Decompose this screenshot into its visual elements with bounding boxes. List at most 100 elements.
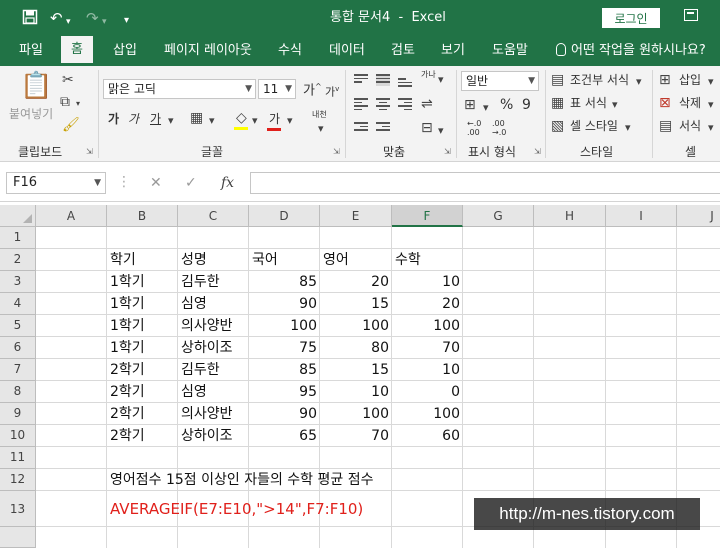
fill-color-dropdown-icon[interactable]: ▾ (252, 113, 258, 129)
cell-c10[interactable]: 상하이조 (178, 425, 249, 447)
row-header-12[interactable]: 12 (0, 469, 36, 491)
cell-f10[interactable]: 60 (392, 425, 463, 447)
cell-b10[interactable]: 2학기 (107, 425, 178, 447)
cell-f8[interactable]: 0 (392, 381, 463, 403)
row-header-6[interactable]: 6 (0, 337, 36, 359)
row-header-9[interactable]: 9 (0, 403, 36, 425)
cell-f2[interactable]: 수학 (392, 249, 463, 271)
column-header-e[interactable]: E (320, 205, 392, 227)
orientation-dropdown-icon[interactable]: ▾ (438, 72, 444, 88)
cell-c2[interactable]: 성명 (178, 249, 249, 271)
tab-home[interactable]: 홈 (61, 36, 93, 66)
align-left-icon[interactable] (354, 98, 368, 110)
column-header-d[interactable]: D (249, 205, 320, 227)
number-launcher-icon[interactable]: ⇲ (534, 147, 541, 156)
tab-insert[interactable]: 삽입 (113, 36, 137, 66)
cell-b2[interactable]: 학기 (107, 249, 178, 271)
insert-cells-button[interactable]: 삽입 (679, 72, 701, 88)
cell-d6[interactable]: 75 (249, 337, 320, 359)
insert-function-icon[interactable]: fx (221, 175, 234, 191)
percent-button[interactable]: % (500, 97, 513, 113)
cell-f6[interactable]: 70 (392, 337, 463, 359)
redo-dropdown-icon[interactable]: ▾ (102, 13, 107, 31)
row-header-5[interactable]: 5 (0, 315, 36, 337)
cell-e2[interactable]: 영어 (320, 249, 392, 271)
underline-button[interactable]: 가 (150, 111, 161, 127)
phonetic-dropdown-icon[interactable]: ▾ (318, 121, 324, 137)
tab-file[interactable]: 파일 (19, 36, 43, 66)
decrease-decimal-icon[interactable]: .00 →.0 (492, 119, 506, 137)
underline-dropdown-icon[interactable]: ▾ (168, 113, 174, 129)
cell-styles-icon[interactable]: ▧ (551, 118, 564, 134)
cell-d10[interactable]: 65 (249, 425, 320, 447)
cell-f7[interactable]: 10 (392, 359, 463, 381)
row-header-3[interactable]: 3 (0, 271, 36, 293)
column-header-c[interactable]: C (178, 205, 249, 227)
cancel-icon[interactable]: ✕ (150, 175, 162, 191)
conditional-formatting-button[interactable]: 조건부 서식 (570, 72, 629, 88)
cell-b3[interactable]: 1학기 (107, 271, 178, 293)
cell-f4[interactable]: 20 (392, 293, 463, 315)
wrap-text-icon[interactable]: ⇌ (421, 96, 433, 112)
format-as-table-icon[interactable]: ▦ (551, 95, 564, 111)
format-painter-icon[interactable]: 🖌 (62, 117, 80, 133)
cell-c4[interactable]: 심영 (178, 293, 249, 315)
tell-me-search[interactable]: 어떤 작업을 원하시나요? (556, 36, 706, 66)
cell-d8[interactable]: 95 (249, 381, 320, 403)
cell-d7[interactable]: 85 (249, 359, 320, 381)
cell-d2[interactable]: 국어 (249, 249, 320, 271)
italic-button[interactable]: 가 (128, 111, 139, 127)
copy-dropdown-icon[interactable]: ▾ (76, 96, 80, 112)
cell-e7[interactable]: 15 (320, 359, 392, 381)
bold-button[interactable]: 가 (108, 111, 119, 127)
enter-icon[interactable]: ✓ (185, 175, 197, 191)
clipboard-launcher-icon[interactable]: ⇲ (86, 147, 93, 156)
customize-qat-icon[interactable]: ▾ (124, 12, 129, 30)
cell-styles-button[interactable]: 셀 스타일 (570, 118, 618, 134)
decrease-font-icon[interactable]: 가v (325, 81, 339, 101)
select-all-button[interactable] (0, 205, 36, 227)
conditional-formatting-icon[interactable]: ▤ (551, 72, 564, 88)
delete-cells-button[interactable]: 삭제 (679, 95, 701, 111)
cell-f5[interactable]: 100 (392, 315, 463, 337)
row-header-1[interactable]: 1 (0, 227, 36, 249)
comma-style-button[interactable]: 9 (522, 97, 531, 113)
cell-b5[interactable]: 1학기 (107, 315, 178, 337)
format-cells-button[interactable]: 서식 (679, 118, 701, 134)
row-header-8[interactable]: 8 (0, 381, 36, 403)
cell-b12[interactable]: 영어점수 15점 이상인 자들의 수학 평균 점수 (107, 469, 467, 491)
cell-c6[interactable]: 상하이조 (178, 337, 249, 359)
font-launcher-icon[interactable]: ⇲ (333, 147, 340, 156)
cell-f3[interactable]: 10 (392, 271, 463, 293)
undo-dropdown-icon[interactable]: ▾ (66, 13, 71, 31)
conditional-dropdown-icon[interactable]: ▾ (636, 74, 642, 90)
cell-c3[interactable]: 김두한 (178, 271, 249, 293)
row-header-13[interactable]: 13 (0, 491, 36, 527)
font-name-select[interactable]: 맑은 고딕 ▼ (103, 79, 256, 99)
cell-b7[interactable]: 2학기 (107, 359, 178, 381)
cell-c8[interactable]: 심영 (178, 381, 249, 403)
name-box[interactable]: F16 ▼ (6, 172, 106, 194)
worksheet-grid[interactable]: A B C D E F G H I J 1 2 3 4 5 6 7 8 9 10… (0, 205, 720, 548)
paste-icon[interactable]: 📋 (20, 72, 52, 100)
cell-styles-dropdown-icon[interactable]: ▾ (625, 120, 631, 136)
delete-dropdown-icon[interactable]: ▾ (708, 97, 714, 113)
increase-indent-icon[interactable] (376, 122, 390, 134)
cell-b9[interactable]: 2학기 (107, 403, 178, 425)
top-align-icon[interactable] (354, 74, 368, 86)
column-header-i[interactable]: I (606, 205, 677, 227)
insert-cells-icon[interactable]: ⊞ (659, 72, 671, 88)
cell-c9[interactable]: 의사양반 (178, 403, 249, 425)
tab-view[interactable]: 보기 (441, 36, 465, 66)
column-header-b[interactable]: B (107, 205, 178, 227)
formula-input[interactable] (250, 172, 720, 194)
number-format-select[interactable]: 일반 ▼ (461, 71, 539, 91)
column-header-a[interactable]: A (36, 205, 107, 227)
bottom-align-icon[interactable] (398, 78, 412, 90)
font-color-dropdown-icon[interactable]: ▾ (287, 113, 293, 129)
accounting-dropdown-icon[interactable]: ▾ (483, 100, 489, 116)
decrease-indent-icon[interactable] (354, 122, 368, 134)
redo-icon[interactable]: ↷ (86, 9, 99, 27)
format-dropdown-icon[interactable]: ▾ (708, 120, 714, 136)
cell-d9[interactable]: 90 (249, 403, 320, 425)
